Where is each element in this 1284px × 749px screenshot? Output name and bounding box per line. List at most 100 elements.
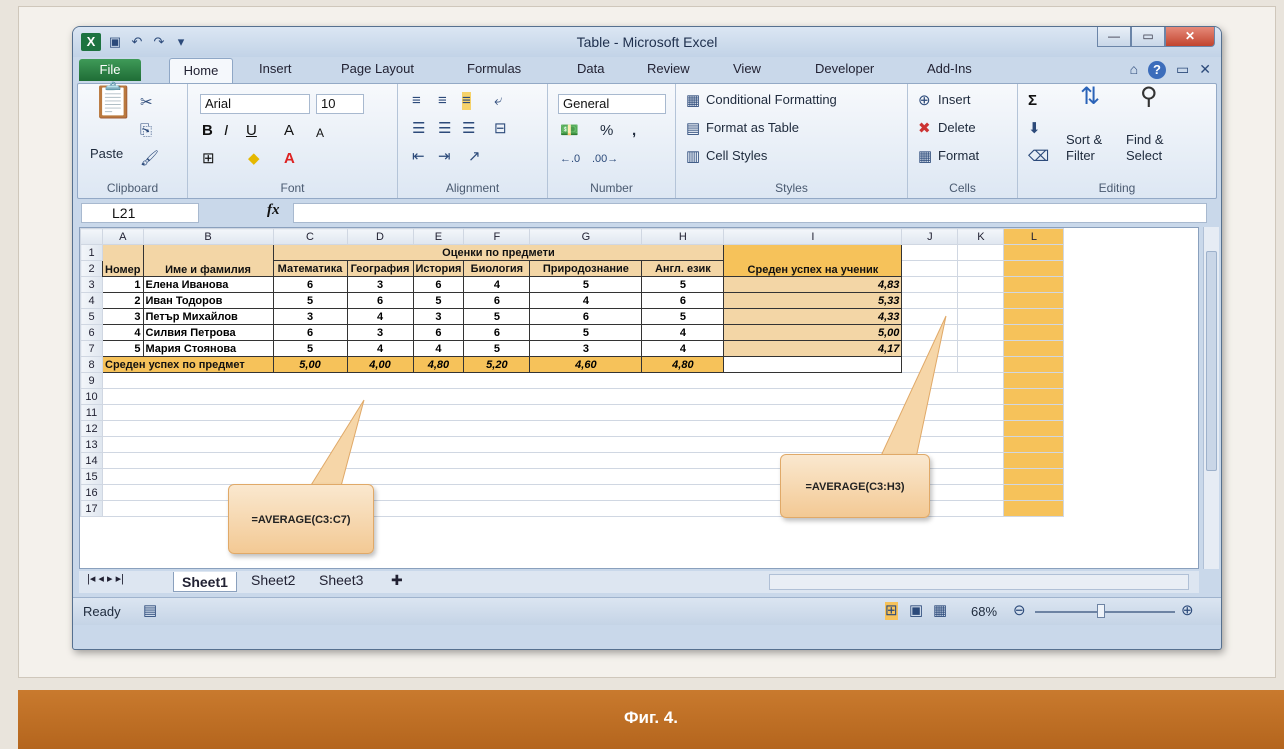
align-right-icon[interactable]: ☰: [462, 120, 475, 138]
align-top-icon[interactable]: ≡: [412, 92, 421, 110]
fill-icon[interactable]: ⬇: [1028, 120, 1041, 138]
decrease-decimal-icon[interactable]: .00→: [592, 150, 618, 168]
tab-add-ins[interactable]: Add-Ins: [927, 61, 972, 76]
tab-review[interactable]: Review: [647, 61, 690, 76]
minimize-ribbon-icon[interactable]: ⌂: [1130, 61, 1138, 79]
title-bar: X ▣ ↶ ↷ ▾ Table - Microsoft Excel — ▭ ✕: [73, 27, 1221, 57]
delete-cells-button[interactable]: Delete: [938, 120, 976, 135]
align-middle-icon[interactable]: ≡: [438, 92, 447, 110]
vertical-scroll-thumb[interactable]: [1206, 251, 1217, 471]
format-painter-icon[interactable]: 🖌: [140, 150, 159, 168]
zoom-out-icon[interactable]: ⊖: [1013, 602, 1026, 620]
cut-icon[interactable]: ✂: [140, 94, 153, 112]
zoom-slider[interactable]: [1035, 611, 1175, 613]
decrease-indent-icon[interactable]: ⇤: [412, 148, 425, 166]
increase-decimal-icon[interactable]: ←.0: [560, 150, 580, 168]
format-cells-button[interactable]: Format: [938, 148, 979, 163]
group-clipboard: 📋 Paste ✂ ⎘ 🖌 Clipboard: [78, 84, 188, 198]
group-number: General 💵 % , ←.0 .00→ Number: [548, 84, 676, 198]
page-break-view-icon[interactable]: ▦: [933, 602, 947, 620]
cell-styles-button[interactable]: Cell Styles: [706, 148, 767, 163]
tab-formulas[interactable]: Formulas: [467, 61, 521, 76]
fill-color-icon[interactable]: ◆: [248, 150, 260, 168]
tab-home[interactable]: Home: [169, 58, 233, 83]
new-sheet-icon[interactable]: ✚: [391, 572, 403, 589]
italic-icon[interactable]: I: [224, 122, 228, 140]
conditional-formatting-button[interactable]: Conditional Formatting: [706, 92, 837, 107]
increase-indent-icon[interactable]: ⇥: [438, 148, 451, 166]
insert-cells-button[interactable]: Insert: [938, 92, 971, 107]
tab-file[interactable]: File: [79, 59, 141, 81]
paste-icon[interactable]: 📋: [92, 84, 134, 118]
borders-icon[interactable]: ⊞: [202, 150, 215, 168]
tab-view[interactable]: View: [733, 61, 761, 76]
comma-style-button[interactable]: ,: [632, 122, 636, 139]
find-select-line2[interactable]: Select: [1126, 148, 1162, 163]
window-title: Table - Microsoft Excel: [576, 34, 718, 50]
conditional-formatting-icon: ▦: [686, 92, 701, 109]
insert-function-icon[interactable]: fx: [267, 202, 280, 219]
minimize-button[interactable]: —: [1097, 27, 1131, 47]
group-cells: ⊕ Insert ✖ Delete ▦ Format Cells: [908, 84, 1018, 198]
align-left-icon[interactable]: ☰: [412, 120, 425, 138]
autosum-icon[interactable]: Σ: [1028, 92, 1037, 110]
group-font: Arial 10 B I U A A ⊞ ◆ A Font: [188, 84, 398, 198]
align-center-icon[interactable]: ☰: [438, 120, 451, 138]
sheet-tab-2[interactable]: Sheet2: [251, 572, 295, 588]
font-color-icon[interactable]: A: [284, 150, 295, 168]
merge-center-icon[interactable]: ⊟: [494, 120, 507, 138]
name-box[interactable]: L21: [81, 203, 199, 223]
percent-style-button[interactable]: %: [600, 122, 613, 139]
maximize-button[interactable]: ▭: [1131, 27, 1165, 47]
formula-input[interactable]: [293, 203, 1207, 223]
close-button[interactable]: ✕: [1165, 27, 1215, 47]
sheet-tab-1[interactable]: Sheet1: [173, 572, 237, 592]
tab-developer[interactable]: Developer: [815, 61, 874, 76]
cell-styles-icon: ▥: [686, 148, 701, 165]
shrink-font-icon[interactable]: A: [316, 124, 324, 142]
sort-filter-line1[interactable]: Sort &: [1066, 132, 1102, 147]
zoom-slider-thumb[interactable]: [1097, 604, 1105, 618]
sheet-tab-3[interactable]: Sheet3: [319, 572, 363, 588]
tab-page-layout[interactable]: Page Layout: [341, 61, 414, 76]
copy-icon[interactable]: ⎘: [140, 122, 152, 140]
vertical-scrollbar[interactable]: [1203, 227, 1219, 569]
underline-icon[interactable]: U: [246, 122, 257, 140]
sheet-nav-icons[interactable]: |◂ ◂ ▸ ▸|: [87, 572, 124, 585]
bold-icon[interactable]: B: [202, 122, 213, 140]
styles-label: Styles: [775, 181, 808, 195]
left-formula-callout: =AVERAGE(C3:C7): [228, 484, 374, 554]
status-bar: Ready ▤ ⊞ ▣ ▦ 68% ⊖ ⊕: [73, 597, 1221, 625]
zoom-level: 68%: [971, 604, 998, 619]
sort-filter-line2[interactable]: Filter: [1066, 148, 1095, 163]
tab-insert[interactable]: Insert: [259, 61, 292, 76]
horizontal-scrollbar[interactable]: [769, 574, 1189, 590]
orientation-icon[interactable]: ↗: [468, 148, 481, 166]
restore-workbook-icon[interactable]: ▭: [1176, 61, 1189, 79]
grow-font-icon[interactable]: A: [284, 122, 294, 140]
close-workbook-icon[interactable]: ✕: [1199, 61, 1211, 79]
number-format-combo[interactable]: General: [558, 94, 666, 114]
clear-icon[interactable]: ⌫: [1028, 148, 1049, 166]
formula-bar: L21 fx: [77, 201, 1217, 223]
group-styles: ▦ Conditional Formatting ▤ Format as Tab…: [676, 84, 908, 198]
worksheet-grid[interactable]: A B C D E F G H I J K L 1 Номер Име и фа…: [79, 227, 1199, 569]
format-as-table-button[interactable]: Format as Table: [706, 120, 799, 135]
ribbon-right-controls: ⌂ ? ▭ ✕: [1130, 61, 1211, 79]
font-name-combo[interactable]: Arial: [200, 94, 310, 114]
accounting-format-icon[interactable]: 💵: [560, 122, 579, 140]
wrap-text-icon[interactable]: ⤶: [494, 92, 502, 110]
paste-button[interactable]: Paste: [90, 146, 123, 161]
cells-label: Cells: [949, 181, 976, 195]
normal-view-icon[interactable]: ⊞: [885, 602, 898, 620]
help-icon[interactable]: ?: [1148, 61, 1167, 79]
delete-cells-icon: ✖: [918, 120, 931, 137]
font-size-combo[interactable]: 10: [316, 94, 364, 114]
page-layout-view-icon[interactable]: ▣: [909, 602, 923, 620]
find-select-line1[interactable]: Find &: [1126, 132, 1164, 147]
insert-cells-icon: ⊕: [918, 92, 931, 109]
tab-data[interactable]: Data: [577, 61, 604, 76]
macro-record-icon[interactable]: ▤: [143, 602, 157, 620]
align-bottom-icon[interactable]: ≡: [462, 92, 471, 110]
zoom-in-icon[interactable]: ⊕: [1181, 602, 1194, 620]
